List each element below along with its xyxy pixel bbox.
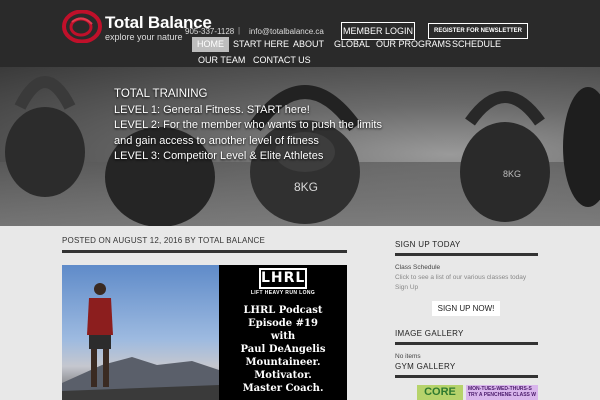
nav-item-home[interactable]: HOME <box>192 37 229 52</box>
podcast-line: Episode #19 <box>248 318 318 329</box>
hero-title: TOTAL TRAINING <box>114 88 208 100</box>
nav-item-our-programs[interactable]: OUR PROGRAMS <box>371 37 456 52</box>
hero-level-3[interactable]: LEVEL 3: Competitor Level & Elite Athlet… <box>114 149 394 165</box>
hero-text-block: TOTAL TRAINING LEVEL 1: General Fitness.… <box>114 87 394 165</box>
podcast-line: Master Coach. <box>242 383 324 394</box>
hero-banner: 8KG 8KG TOTAL TRAINING LEVEL 1: General … <box>0 67 600 226</box>
hero-level-2[interactable]: LEVEL 2: For the member who wants to pus… <box>114 118 394 149</box>
site-header: Total Balance explore your nature 905-33… <box>0 0 600 67</box>
contact-separator: | <box>238 26 241 35</box>
post-divider <box>62 250 347 253</box>
nav-item-start-here[interactable]: START HERE <box>228 37 294 52</box>
thumbnail-text: CORE <box>424 386 456 398</box>
podcast-line: with <box>270 331 296 342</box>
sidebar-divider <box>395 253 538 256</box>
signup-today-heading: SIGN UP TODAY <box>395 240 461 249</box>
sidebar-divider <box>395 342 538 345</box>
thumbnail-text: MON-TUES-WED-THURS-S TRY A PENCHENE CLAS… <box>468 386 536 398</box>
no-items-text: No items <box>395 353 421 360</box>
podcast-line: LHRL Podcast <box>243 305 323 316</box>
kettlebell-label: 8KG <box>294 180 318 194</box>
nav-item-schedule[interactable]: SCHEDULE <box>447 37 506 52</box>
image-gallery-heading: IMAGE GALLERY <box>395 329 464 338</box>
hero-level-1[interactable]: LEVEL 1: General Fitness. START here! <box>114 103 394 119</box>
kettlebell-label: 8KG <box>503 169 521 179</box>
podcast-line: Mountaineer. <box>245 357 321 368</box>
lhrl-logo: LHRL <box>259 268 307 289</box>
gym-gallery-thumbnail[interactable]: CORE <box>417 385 463 400</box>
nav-item-about[interactable]: ABOUT <box>288 37 329 52</box>
gym-gallery-heading: GYM GALLERY <box>395 362 456 371</box>
class-schedule-description: Click to see a list of our various class… <box>395 274 527 281</box>
nav-item-our-team[interactable]: OUR TEAM <box>193 53 250 68</box>
nav-item-contact-us[interactable]: CONTACT US <box>248 53 316 68</box>
sign-up-link[interactable]: Sign Up <box>395 284 418 291</box>
podcast-card: LHRL LIFT HEAVY RUN LONG LHRL Podcast Ep… <box>219 265 347 400</box>
post-featured-image[interactable]: LHRL LIFT HEAVY RUN LONG LHRL Podcast Ep… <box>62 265 347 400</box>
lhrl-subtitle: LIFT HEAVY RUN LONG <box>250 290 316 296</box>
podcast-line: Motivator. <box>254 370 312 381</box>
nav-item-global[interactable]: GLOBAL <box>329 37 375 52</box>
class-schedule-link[interactable]: Class Schedule <box>395 264 440 271</box>
sidebar-divider <box>395 375 538 378</box>
brand-tagline: explore your nature <box>105 32 183 42</box>
total-balance-logo-icon[interactable] <box>62 10 102 43</box>
sign-up-now-button[interactable]: SIGN UP NOW! <box>432 301 500 316</box>
gym-gallery-thumbnail[interactable]: MON-TUES-WED-THURS-S TRY A PENCHENE CLAS… <box>466 385 538 400</box>
mountaineer-photo <box>62 265 219 400</box>
phone-number[interactable]: 905-337-1128 <box>185 27 234 36</box>
email-link[interactable]: info@totalbalance.ca <box>249 27 324 36</box>
podcast-text: LHRL Podcast Episode #19 with Paul DeAng… <box>219 304 347 395</box>
post-meta: POSTED ON AUGUST 12, 2016 BY TOTAL BALAN… <box>62 236 265 245</box>
podcast-line: Paul DeAngelis <box>240 344 326 355</box>
